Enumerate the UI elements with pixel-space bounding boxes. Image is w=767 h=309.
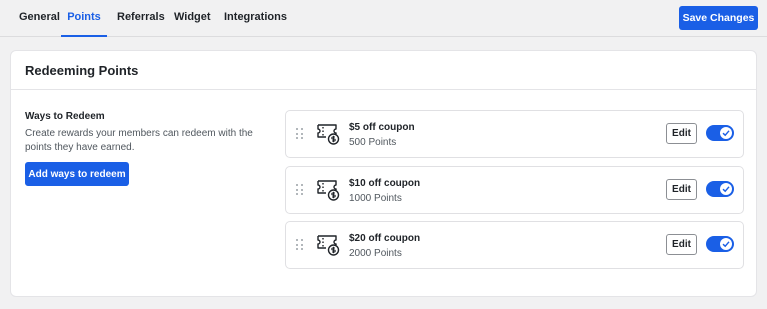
coupon-icon — [317, 124, 340, 145]
check-icon — [722, 241, 730, 248]
card-header: Redeeming Points — [11, 51, 756, 90]
reward-enabled-toggle[interactable] — [706, 236, 734, 252]
check-icon — [722, 130, 730, 137]
top-nav-bar: General Points Referrals Widget Integrat… — [0, 0, 767, 37]
reward-points: 1000 Points — [349, 193, 402, 204]
edit-reward-button[interactable]: Edit — [666, 179, 697, 200]
ways-to-redeem-title: Ways to Redeem — [25, 111, 105, 122]
save-changes-button[interactable]: Save Changes — [679, 6, 758, 30]
card-title: Redeeming Points — [25, 63, 139, 78]
reward-item: $20 off coupon 2000 Points Edit — [285, 221, 744, 269]
toggle-knob — [720, 183, 732, 195]
reward-name: $10 off coupon — [349, 178, 421, 189]
reward-name: $5 off coupon — [349, 122, 415, 133]
toggle-knob — [720, 238, 732, 250]
reward-enabled-toggle[interactable] — [706, 125, 734, 141]
reward-item: $5 off coupon 500 Points Edit — [285, 110, 744, 158]
reward-item: $10 off coupon 1000 Points Edit — [285, 166, 744, 214]
coupon-icon — [317, 235, 340, 256]
reward-points: 2000 Points — [349, 248, 402, 259]
drag-handle-icon[interactable] — [296, 239, 304, 251]
reward-enabled-toggle[interactable] — [706, 181, 734, 197]
drag-handle-icon[interactable] — [296, 184, 304, 196]
tab-points[interactable]: Points — [61, 0, 107, 37]
tab-general[interactable]: General — [19, 0, 60, 37]
reward-name: $20 off coupon — [349, 233, 421, 244]
drag-handle-icon[interactable] — [296, 128, 304, 140]
add-ways-to-redeem-button[interactable]: Add ways to redeem — [25, 162, 129, 186]
redeeming-points-card: Redeeming Points Ways to Redeem Create r… — [10, 50, 757, 297]
check-icon — [722, 186, 730, 193]
edit-reward-button[interactable]: Edit — [666, 234, 697, 255]
tab-referrals[interactable]: Referrals — [117, 0, 165, 37]
tab-widget[interactable]: Widget — [174, 0, 211, 37]
coupon-icon — [317, 180, 340, 201]
tab-integrations[interactable]: Integrations — [224, 0, 287, 37]
ways-to-redeem-description: Create rewards your members can redeem w… — [25, 128, 253, 153]
reward-points: 500 Points — [349, 137, 397, 148]
edit-reward-button[interactable]: Edit — [666, 123, 697, 144]
toggle-knob — [720, 127, 732, 139]
